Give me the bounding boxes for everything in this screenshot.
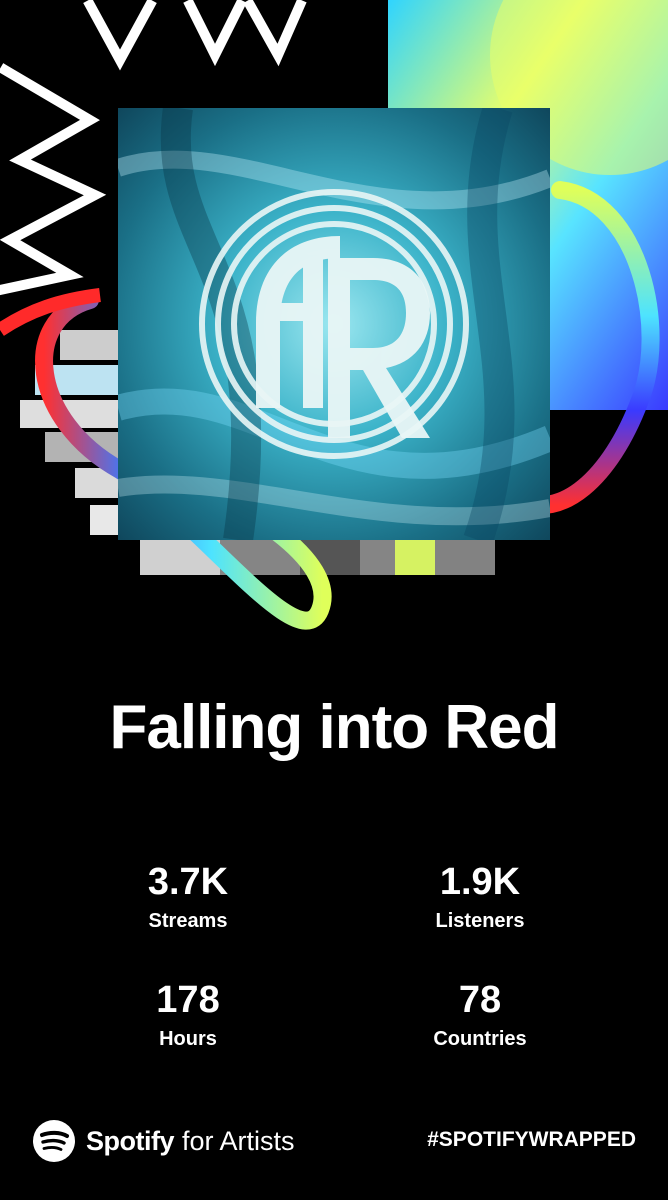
artist-name: Falling into Red [109, 693, 560, 762]
stat-label: Streams [148, 910, 228, 932]
brand-name: Spotify [86, 1125, 175, 1156]
footer: Spotify for Artists #SPOTIFYWRAPPED [0, 1116, 668, 1168]
stat-countries: 78 Countries [350, 978, 610, 1051]
hashtag: #SPOTIFYWRAPPED [427, 1128, 636, 1151]
album-cover [118, 108, 550, 540]
fir-monogram-icon [118, 108, 550, 540]
stat-streams: 3.7K Streams [58, 860, 318, 933]
stat-value: 1.9K [439, 861, 521, 903]
spotify-for-artists-brand: Spotify for Artists [32, 1119, 295, 1163]
stat-label: Countries [433, 1028, 527, 1050]
stats-grid: 3.7K Streams 1.9K Listeners 178 Hours 78… [0, 860, 668, 1060]
brand-suffix: for Artists [182, 1125, 295, 1156]
stat-value: 3.7K [147, 861, 229, 903]
stat-value: 178 [156, 979, 220, 1021]
stat-label: Hours [159, 1028, 217, 1050]
stat-label: Listeners [435, 910, 525, 932]
stat-listeners: 1.9K Listeners [350, 860, 610, 933]
spotify-logo-icon [33, 1120, 75, 1162]
stat-hours: 178 Hours [58, 978, 318, 1051]
stat-value: 78 [458, 979, 502, 1021]
